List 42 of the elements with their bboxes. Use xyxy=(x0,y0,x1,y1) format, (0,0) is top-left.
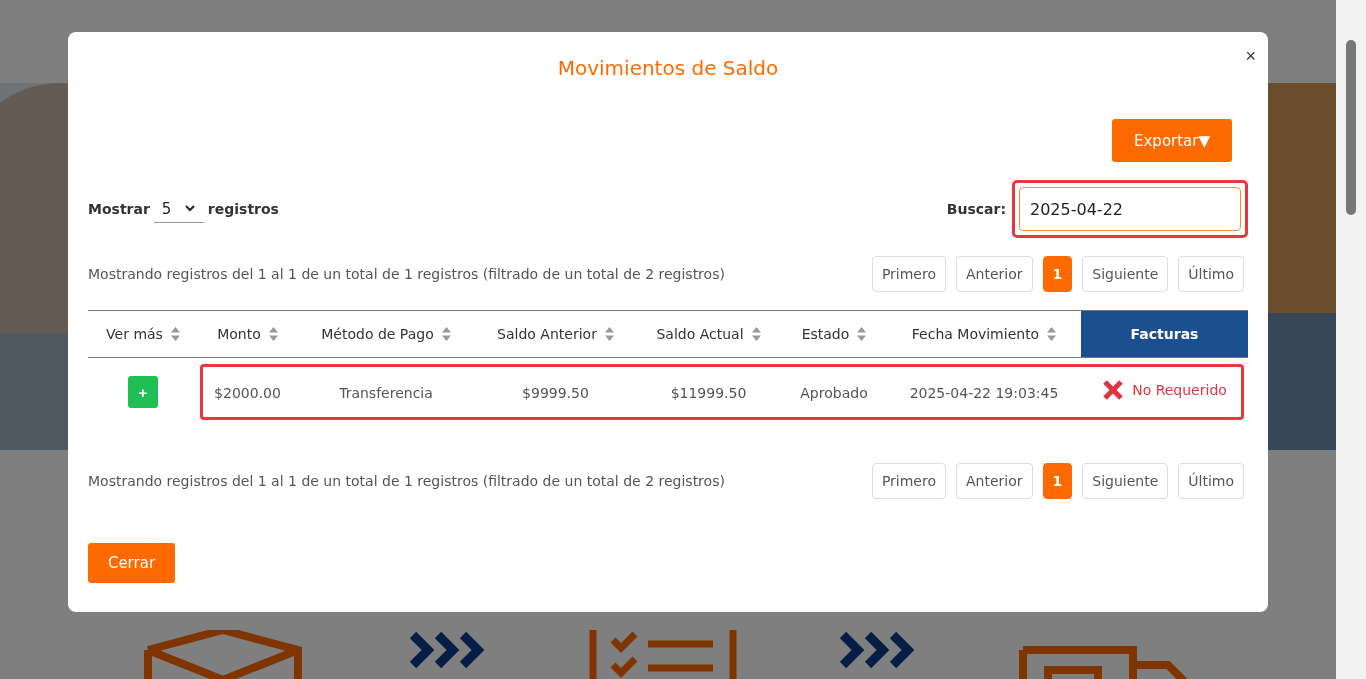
column-header[interactable]: Fecha Movimiento xyxy=(887,310,1081,358)
table-cell: Transferencia xyxy=(339,384,433,401)
pagination-button[interactable]: Anterior xyxy=(956,463,1033,499)
pagination-button[interactable]: Último xyxy=(1178,463,1244,499)
column-header[interactable]: Estado xyxy=(781,310,887,358)
close-button[interactable]: × xyxy=(1241,44,1260,69)
search-field[interactable]: 2025-04-22 xyxy=(1019,187,1241,231)
pagination-button[interactable]: Siguiente xyxy=(1082,463,1169,499)
table-cell: 2025-04-22 19:03:45 xyxy=(909,384,1059,401)
column-header[interactable]: Facturas xyxy=(1081,310,1248,358)
sort-icon xyxy=(268,327,278,341)
sort-icon xyxy=(751,327,761,341)
sort-icon xyxy=(857,327,867,341)
pagination-button[interactable]: Siguiente xyxy=(1082,256,1169,292)
search-label: Buscar: xyxy=(946,201,1006,217)
column-header[interactable]: Método de Pago xyxy=(297,310,475,358)
pagination-button[interactable]: Último xyxy=(1178,256,1244,292)
column-header[interactable]: Saldo Actual xyxy=(636,310,781,358)
show-label: Mostrar xyxy=(88,201,150,217)
sort-icon xyxy=(1047,327,1057,341)
table-cell: Aprobado xyxy=(800,384,868,401)
records-label: registros xyxy=(207,201,279,217)
page-size-select[interactable]: 5 xyxy=(153,195,204,223)
column-header[interactable]: Ver más xyxy=(88,310,198,358)
sort-icon xyxy=(170,327,180,341)
table-cell: $9999.50 xyxy=(522,384,589,401)
table-cell: $11999.50 xyxy=(670,384,747,401)
pagination-button[interactable]: Primero xyxy=(871,463,946,499)
pagination-button[interactable]: Anterior xyxy=(956,256,1033,292)
table-info: Mostrando registros del 1 al 1 de un total de 1 registros (filtrado de un total de 2 registros) xyxy=(88,266,725,282)
cross-icon xyxy=(1102,379,1125,401)
sort-icon xyxy=(441,327,451,341)
table-cell: $2000.00 xyxy=(214,384,281,401)
invoice-status: No Requerido xyxy=(1132,382,1227,398)
modal-title: Movimientos de Saldo xyxy=(557,56,779,82)
scrollbar[interactable] xyxy=(1336,0,1366,679)
sort-icon xyxy=(604,327,614,341)
column-header[interactable]: Saldo Anterior xyxy=(475,310,636,358)
pagination-button[interactable]: Primero xyxy=(871,256,946,292)
table-info: Mostrando registros del 1 al 1 de un total de 1 registros (filtrado de un total de 2 registros) xyxy=(88,473,725,489)
column-header[interactable]: Monto xyxy=(198,310,297,358)
chevron-down-icon xyxy=(185,205,196,212)
